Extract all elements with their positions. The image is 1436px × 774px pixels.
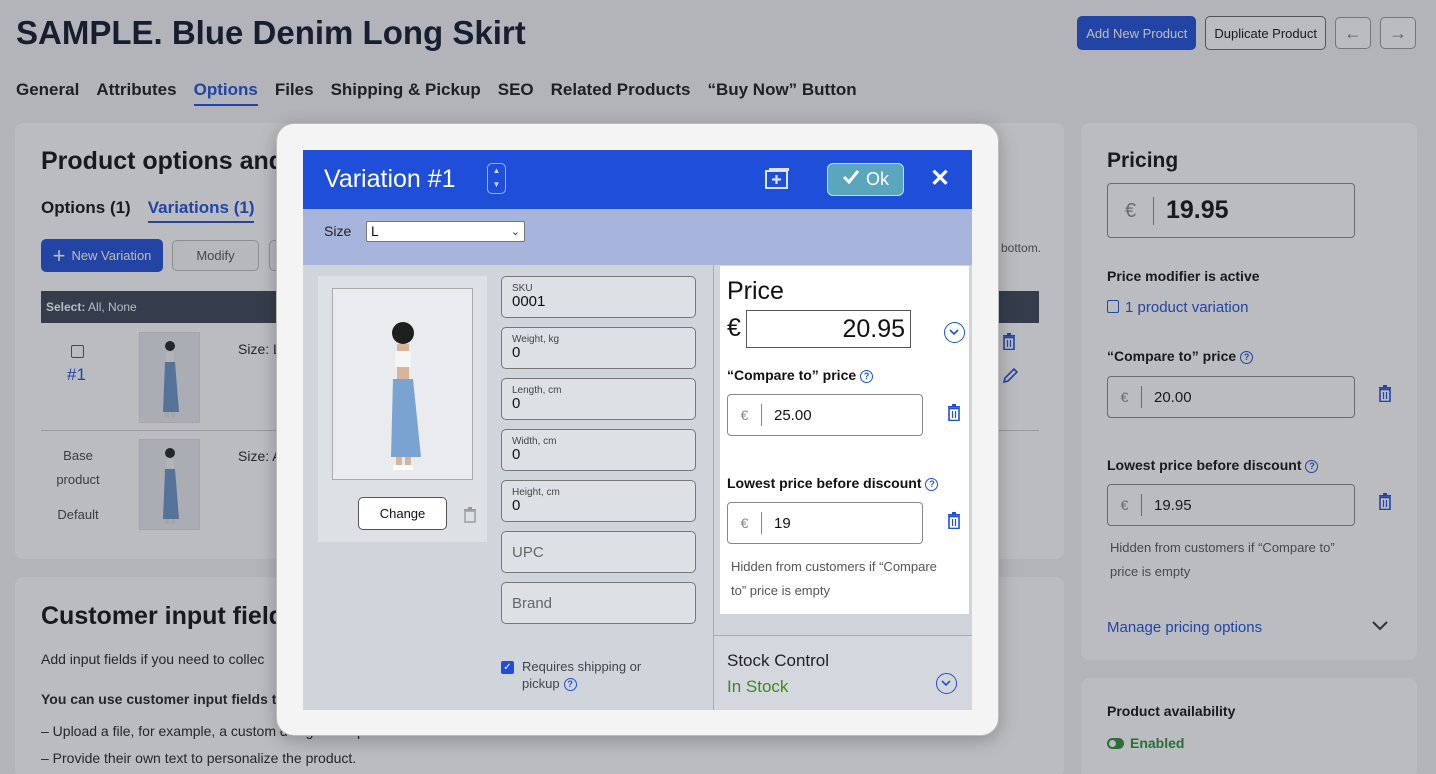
ok-label: Ok: [865, 169, 889, 189]
stock-status: In Stock: [727, 677, 789, 696]
modal-compare-input[interactable]: € 25.00: [727, 394, 923, 436]
modal-compare-label: “Compare to” price?: [727, 367, 874, 383]
ok-button[interactable]: Ok: [827, 163, 904, 196]
modal-price-title: Price: [727, 277, 784, 305]
size-select-value: L: [371, 223, 379, 239]
width-field[interactable]: Width, cm 0: [501, 429, 696, 471]
help-icon[interactable]: ?: [925, 478, 939, 491]
sku-field[interactable]: SKU 0001: [501, 276, 696, 318]
trash-icon[interactable]: [947, 404, 961, 422]
stock-control-title: Stock Control: [727, 651, 830, 670]
modal-header: Variation #1 ▲ ▼ Ok ✕: [303, 150, 972, 209]
variation-photo: [332, 288, 473, 480]
chevron-down-circle-icon[interactable]: [944, 322, 965, 343]
variation-modal: Variation #1 ▲ ▼ Ok ✕ Size L ⌄ Change SK…: [303, 150, 972, 710]
modal-lowest-input[interactable]: € 19: [727, 502, 923, 544]
trash-icon[interactable]: [947, 512, 961, 530]
requires-shipping-option[interactable]: ✓ Requires shipping or pickup?: [501, 658, 647, 692]
weight-field[interactable]: Weight, kg 0: [501, 327, 696, 369]
size-bar: Size L ⌄: [303, 209, 972, 265]
chevron-down-icon[interactable]: ▼: [488, 178, 505, 192]
modal-compare-label-text: “Compare to” price: [727, 367, 857, 383]
modal-title: Variation #1: [324, 165, 456, 193]
brand-placeholder: Brand: [512, 594, 553, 612]
width-value: 0: [512, 446, 521, 463]
length-value: 0: [512, 395, 521, 412]
requires-shipping-checkbox[interactable]: ✓: [501, 661, 514, 674]
modal-lowest-label: Lowest price before discount?: [727, 475, 939, 491]
modal-lowest-value: 19: [774, 514, 791, 532]
weight-value: 0: [512, 344, 521, 361]
help-icon[interactable]: ?: [563, 678, 577, 691]
add-variation-icon[interactable]: [765, 167, 790, 190]
size-label: Size: [324, 223, 352, 239]
height-value: 0: [512, 497, 521, 514]
modal-price-input[interactable]: 20.95: [746, 310, 911, 348]
help-icon[interactable]: ?: [860, 370, 874, 383]
modal-lowest-hint: Hidden from customers if “Compare to” pr…: [731, 559, 937, 598]
change-image-button[interactable]: Change: [358, 497, 447, 530]
stock-control-panel: Stock Control In Stock: [714, 635, 972, 710]
chevron-down-circle-icon[interactable]: [936, 673, 957, 694]
requires-shipping-label: Requires shipping or pickup?: [522, 658, 647, 692]
currency-symbol: €: [728, 404, 762, 426]
check-icon: [842, 169, 860, 190]
upc-field[interactable]: UPC: [501, 531, 696, 573]
requires-shipping-label-text: Requires shipping or pickup: [522, 659, 642, 691]
size-select[interactable]: L ⌄: [366, 221, 525, 242]
modal-compare-value: 25.00: [774, 406, 812, 424]
modal-lowest-label-text: Lowest price before discount: [727, 475, 922, 491]
brand-field[interactable]: Brand: [501, 582, 696, 624]
chevron-down-icon: ⌄: [510, 226, 520, 238]
height-field[interactable]: Height, cm 0: [501, 480, 696, 522]
currency-symbol: €: [728, 512, 762, 534]
upc-placeholder: UPC: [512, 543, 544, 561]
length-field[interactable]: Length, cm 0: [501, 378, 696, 420]
close-icon[interactable]: ✕: [930, 164, 950, 193]
variation-spinner[interactable]: ▲ ▼: [487, 163, 506, 194]
trash-icon[interactable]: [463, 507, 477, 523]
sku-value: 0001: [512, 293, 546, 310]
modal-price-panel: Price € 20.95 “Compare to” price? € 25.0…: [720, 266, 969, 614]
variation-image-panel: Change: [318, 276, 487, 542]
chevron-up-icon[interactable]: ▲: [488, 164, 505, 178]
modal-currency-symbol: €: [727, 314, 741, 342]
